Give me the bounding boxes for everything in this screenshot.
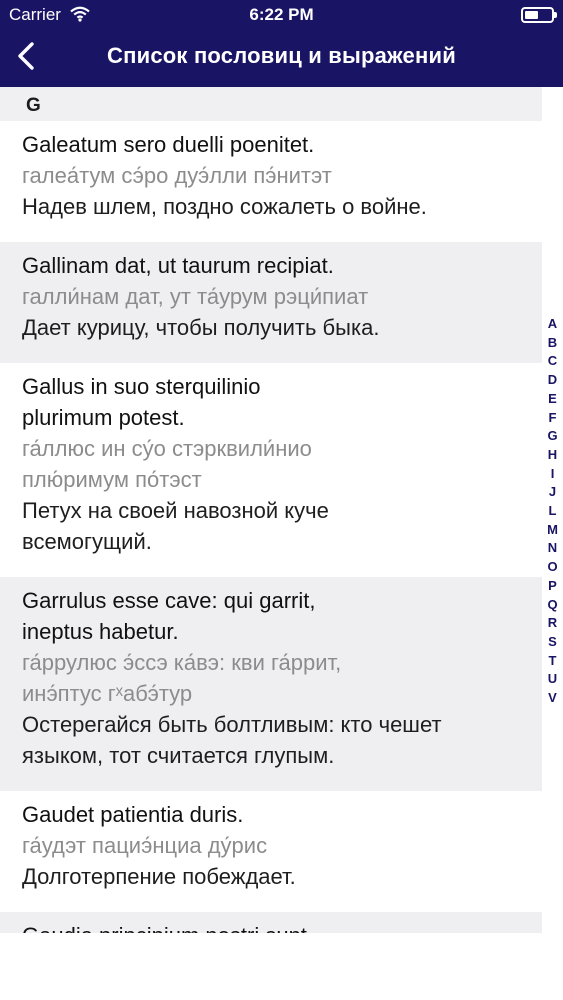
- index-letter-s[interactable]: S: [542, 634, 563, 649]
- status-bar: Carrier 6:22 PM: [0, 0, 563, 30]
- index-letter-o[interactable]: O: [542, 559, 563, 574]
- navigation-bar: Carrier 6:22 PM Список пословиц и выраже…: [0, 0, 563, 87]
- translation-text: Дает курицу, чтобы получить быка.: [22, 315, 380, 340]
- translation-text: всемогущий.: [22, 529, 152, 554]
- latin-text: Gaudet patientia duris.: [22, 802, 244, 827]
- translation-text: Петух на своей навозной куче: [22, 498, 329, 523]
- latin-text: Garrulus esse cave: qui garrit,: [22, 588, 316, 613]
- index-letter-c[interactable]: C: [542, 353, 563, 368]
- list-item[interactable]: Galeatum sero duelli poenitet. галеа́тум …: [0, 121, 542, 242]
- pronunciation-text: инэ́птус гˣабэ́тур: [22, 681, 193, 706]
- section-header: G: [0, 87, 542, 121]
- proverb-list[interactable]: Galeatum sero duelli poenitet. галеа́тум …: [0, 121, 542, 933]
- index-letter-t[interactable]: T: [542, 653, 563, 668]
- pronunciation-text: га́удэт пациэ́нциа ду́рис: [22, 833, 268, 858]
- index-letter-f[interactable]: F: [542, 410, 563, 425]
- list-item[interactable]: Gaudet patientia duris. га́удэт пациэ́нци…: [0, 791, 542, 912]
- index-letter-n[interactable]: N: [542, 540, 563, 555]
- index-letter-h[interactable]: H: [542, 447, 563, 462]
- list-item[interactable]: Garrulus esse cave: qui garrit, ineptus h…: [0, 577, 542, 791]
- pronunciation-text: галли́нам дат, ут та́урум рэци́пиат: [22, 284, 369, 309]
- latin-text: Gaudia principium nostri sunt: [22, 923, 307, 933]
- list-item[interactable]: Gaudia principium nostri sunt: [0, 912, 542, 933]
- index-letter-g[interactable]: G: [542, 428, 563, 443]
- pronunciation-text: галеа́тум сэ́ро дуэ́лли пэ́нитэт: [22, 163, 332, 188]
- index-letter-v[interactable]: V: [542, 690, 563, 705]
- index-letter-b[interactable]: B: [542, 335, 563, 350]
- pronunciation-text: га́ллюс ин су́о стэрквили́нио: [22, 436, 312, 461]
- translation-text: Долготерпение побеждает.: [22, 864, 296, 889]
- latin-text: Galeatum sero duelli poenitet.: [22, 132, 315, 157]
- index-letter-p[interactable]: P: [542, 578, 563, 593]
- clock: 6:22 PM: [249, 5, 314, 24]
- section-letter: G: [26, 95, 41, 116]
- list-item[interactable]: Gallinam dat, ut taurum recipiat. галли́н…: [0, 242, 542, 363]
- latin-text: Gallinam dat, ut taurum recipiat.: [22, 253, 334, 278]
- index-letter-m[interactable]: M: [542, 522, 563, 537]
- battery-icon: [521, 7, 557, 23]
- index-letter-q[interactable]: Q: [542, 597, 563, 612]
- latin-text: plurimum potest.: [22, 405, 185, 430]
- index-letter-i[interactable]: I: [542, 466, 563, 481]
- translation-text: Остерегайся быть болтливым: кто чешет: [22, 712, 442, 737]
- index-letter-u[interactable]: U: [542, 671, 563, 686]
- page-title: Список пословиц и выражений: [107, 43, 456, 68]
- index-letter-a[interactable]: A: [542, 316, 563, 331]
- index-letter-j[interactable]: J: [542, 484, 563, 499]
- latin-text: ineptus habetur.: [22, 619, 179, 644]
- index-letter-l[interactable]: L: [542, 503, 563, 518]
- translation-text: языком, тот считается глупым.: [22, 743, 335, 768]
- translation-text: Надев шлем, поздно сожалеть о войне.: [22, 194, 427, 219]
- index-letter-e[interactable]: E: [542, 391, 563, 406]
- pronunciation-text: га́ррулюс э́ссэ ка́вэ: кви га́ррит,: [22, 650, 342, 675]
- list-item[interactable]: Gallus in suo sterquilinio plurimum potes…: [0, 363, 542, 577]
- index-letter-r[interactable]: R: [542, 615, 563, 630]
- index-letter-d[interactable]: D: [542, 372, 563, 387]
- latin-text: Gallus in suo sterquilinio: [22, 374, 261, 399]
- pronunciation-text: плю́римум по́тэст: [22, 467, 202, 492]
